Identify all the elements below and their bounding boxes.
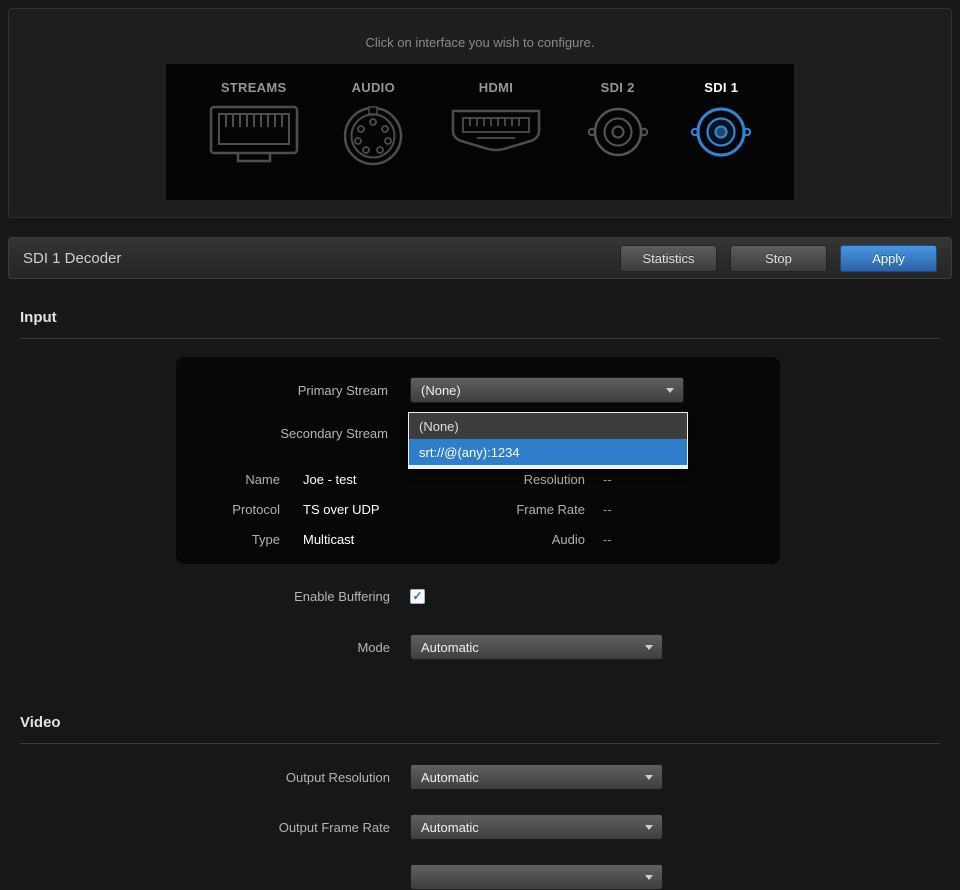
interface-label: AUDIO: [352, 80, 395, 95]
interface-label: SDI 1: [704, 80, 738, 95]
enable-buffering-row: Enable Buffering ✓: [0, 586, 960, 606]
secondary-stream-label: Secondary Stream: [176, 426, 388, 441]
input-section-divider: [20, 338, 940, 339]
chevron-down-icon: [666, 388, 674, 393]
enable-buffering-checkbox[interactable]: ✓: [410, 589, 425, 604]
audio-value: --: [603, 532, 612, 547]
dropdown-option-srt[interactable]: srt://@(any):1234: [409, 439, 687, 465]
hdmi-port-icon: [447, 103, 545, 157]
bnc-connector-icon-selected: [690, 103, 752, 161]
framerate-label: Frame Rate: [453, 502, 585, 517]
ethernet-port-icon: [208, 103, 300, 167]
output-framerate-label: Output Frame Rate: [0, 820, 390, 835]
name-value: Joe - test: [303, 472, 453, 487]
input-section-title: Input: [20, 309, 940, 326]
output-framerate-dropdown[interactable]: Automatic: [410, 814, 663, 840]
video-section-divider: [20, 743, 940, 744]
interface-strip: STREAMS AUDIO: [166, 64, 794, 200]
page-title: SDI 1 Decoder: [23, 250, 620, 267]
interface-item-streams[interactable]: STREAMS: [208, 80, 300, 167]
details-row: Protocol TS over UDP Frame Rate --: [176, 494, 780, 524]
interface-item-audio[interactable]: AUDIO: [341, 80, 405, 167]
mode-value: Automatic: [421, 640, 479, 655]
stream-details: Name Joe - test Resolution -- Protocol T…: [176, 464, 780, 554]
interface-label: SDI 2: [601, 80, 635, 95]
bnc-connector-icon: [587, 103, 649, 161]
mode-dropdown[interactable]: Automatic: [410, 634, 663, 660]
din-connector-icon: [341, 103, 405, 167]
primary-stream-row: Primary Stream (None): [176, 377, 780, 403]
enable-buffering-label: Enable Buffering: [0, 589, 390, 604]
mode-label: Mode: [0, 640, 390, 655]
video-cropped-dropdown[interactable]: [410, 864, 663, 890]
chevron-down-icon: [645, 645, 653, 650]
audio-label: Audio: [453, 532, 585, 547]
chevron-down-icon: [645, 875, 653, 880]
primary-stream-dropdown[interactable]: (None): [410, 377, 684, 403]
configure-instruction: Click on interface you wish to configure…: [9, 9, 951, 50]
interface-item-sdi2[interactable]: SDI 2: [587, 80, 649, 161]
statistics-button[interactable]: Statistics: [620, 245, 717, 272]
apply-button[interactable]: Apply: [840, 245, 937, 272]
stop-button[interactable]: Stop: [730, 245, 827, 272]
output-resolution-dropdown[interactable]: Automatic: [410, 764, 663, 790]
interface-item-sdi1[interactable]: SDI 1: [690, 80, 752, 161]
details-row: Type Multicast Audio --: [176, 524, 780, 554]
primary-stream-dropdown-menu: (None) srt://@(any):1234: [408, 412, 688, 469]
name-label: Name: [176, 472, 280, 487]
video-section-title: Video: [20, 714, 940, 731]
protocol-value: TS over UDP: [303, 502, 453, 517]
configure-panel: Click on interface you wish to configure…: [8, 8, 952, 218]
output-resolution-value: Automatic: [421, 770, 479, 785]
output-framerate-value: Automatic: [421, 820, 479, 835]
dropdown-option-none[interactable]: (None): [409, 413, 687, 439]
header-buttons: Statistics Stop Apply: [620, 245, 937, 272]
primary-stream-value: (None): [421, 383, 461, 398]
video-cropped-row: [0, 864, 960, 890]
framerate-value: --: [603, 502, 612, 517]
stream-config-panel: Primary Stream (None) (None) srt://@(any…: [176, 357, 780, 564]
protocol-label: Protocol: [176, 502, 280, 517]
type-value: Multicast: [303, 532, 453, 547]
resolution-value: --: [603, 472, 612, 487]
resolution-label: Resolution: [453, 472, 585, 487]
checkmark-icon: ✓: [412, 589, 422, 603]
output-resolution-row: Output Resolution Automatic: [0, 764, 960, 790]
chevron-down-icon: [645, 825, 653, 830]
output-resolution-label: Output Resolution: [0, 770, 390, 785]
chevron-down-icon: [645, 775, 653, 780]
output-framerate-row: Output Frame Rate Automatic: [0, 814, 960, 840]
mode-row: Mode Automatic: [0, 634, 960, 660]
type-label: Type: [176, 532, 280, 547]
primary-stream-label: Primary Stream: [176, 383, 388, 398]
interface-label: HDMI: [479, 80, 513, 95]
interface-item-hdmi[interactable]: HDMI: [447, 80, 545, 157]
interface-label: STREAMS: [221, 80, 287, 95]
decoder-header-bar: SDI 1 Decoder Statistics Stop Apply: [8, 237, 952, 279]
